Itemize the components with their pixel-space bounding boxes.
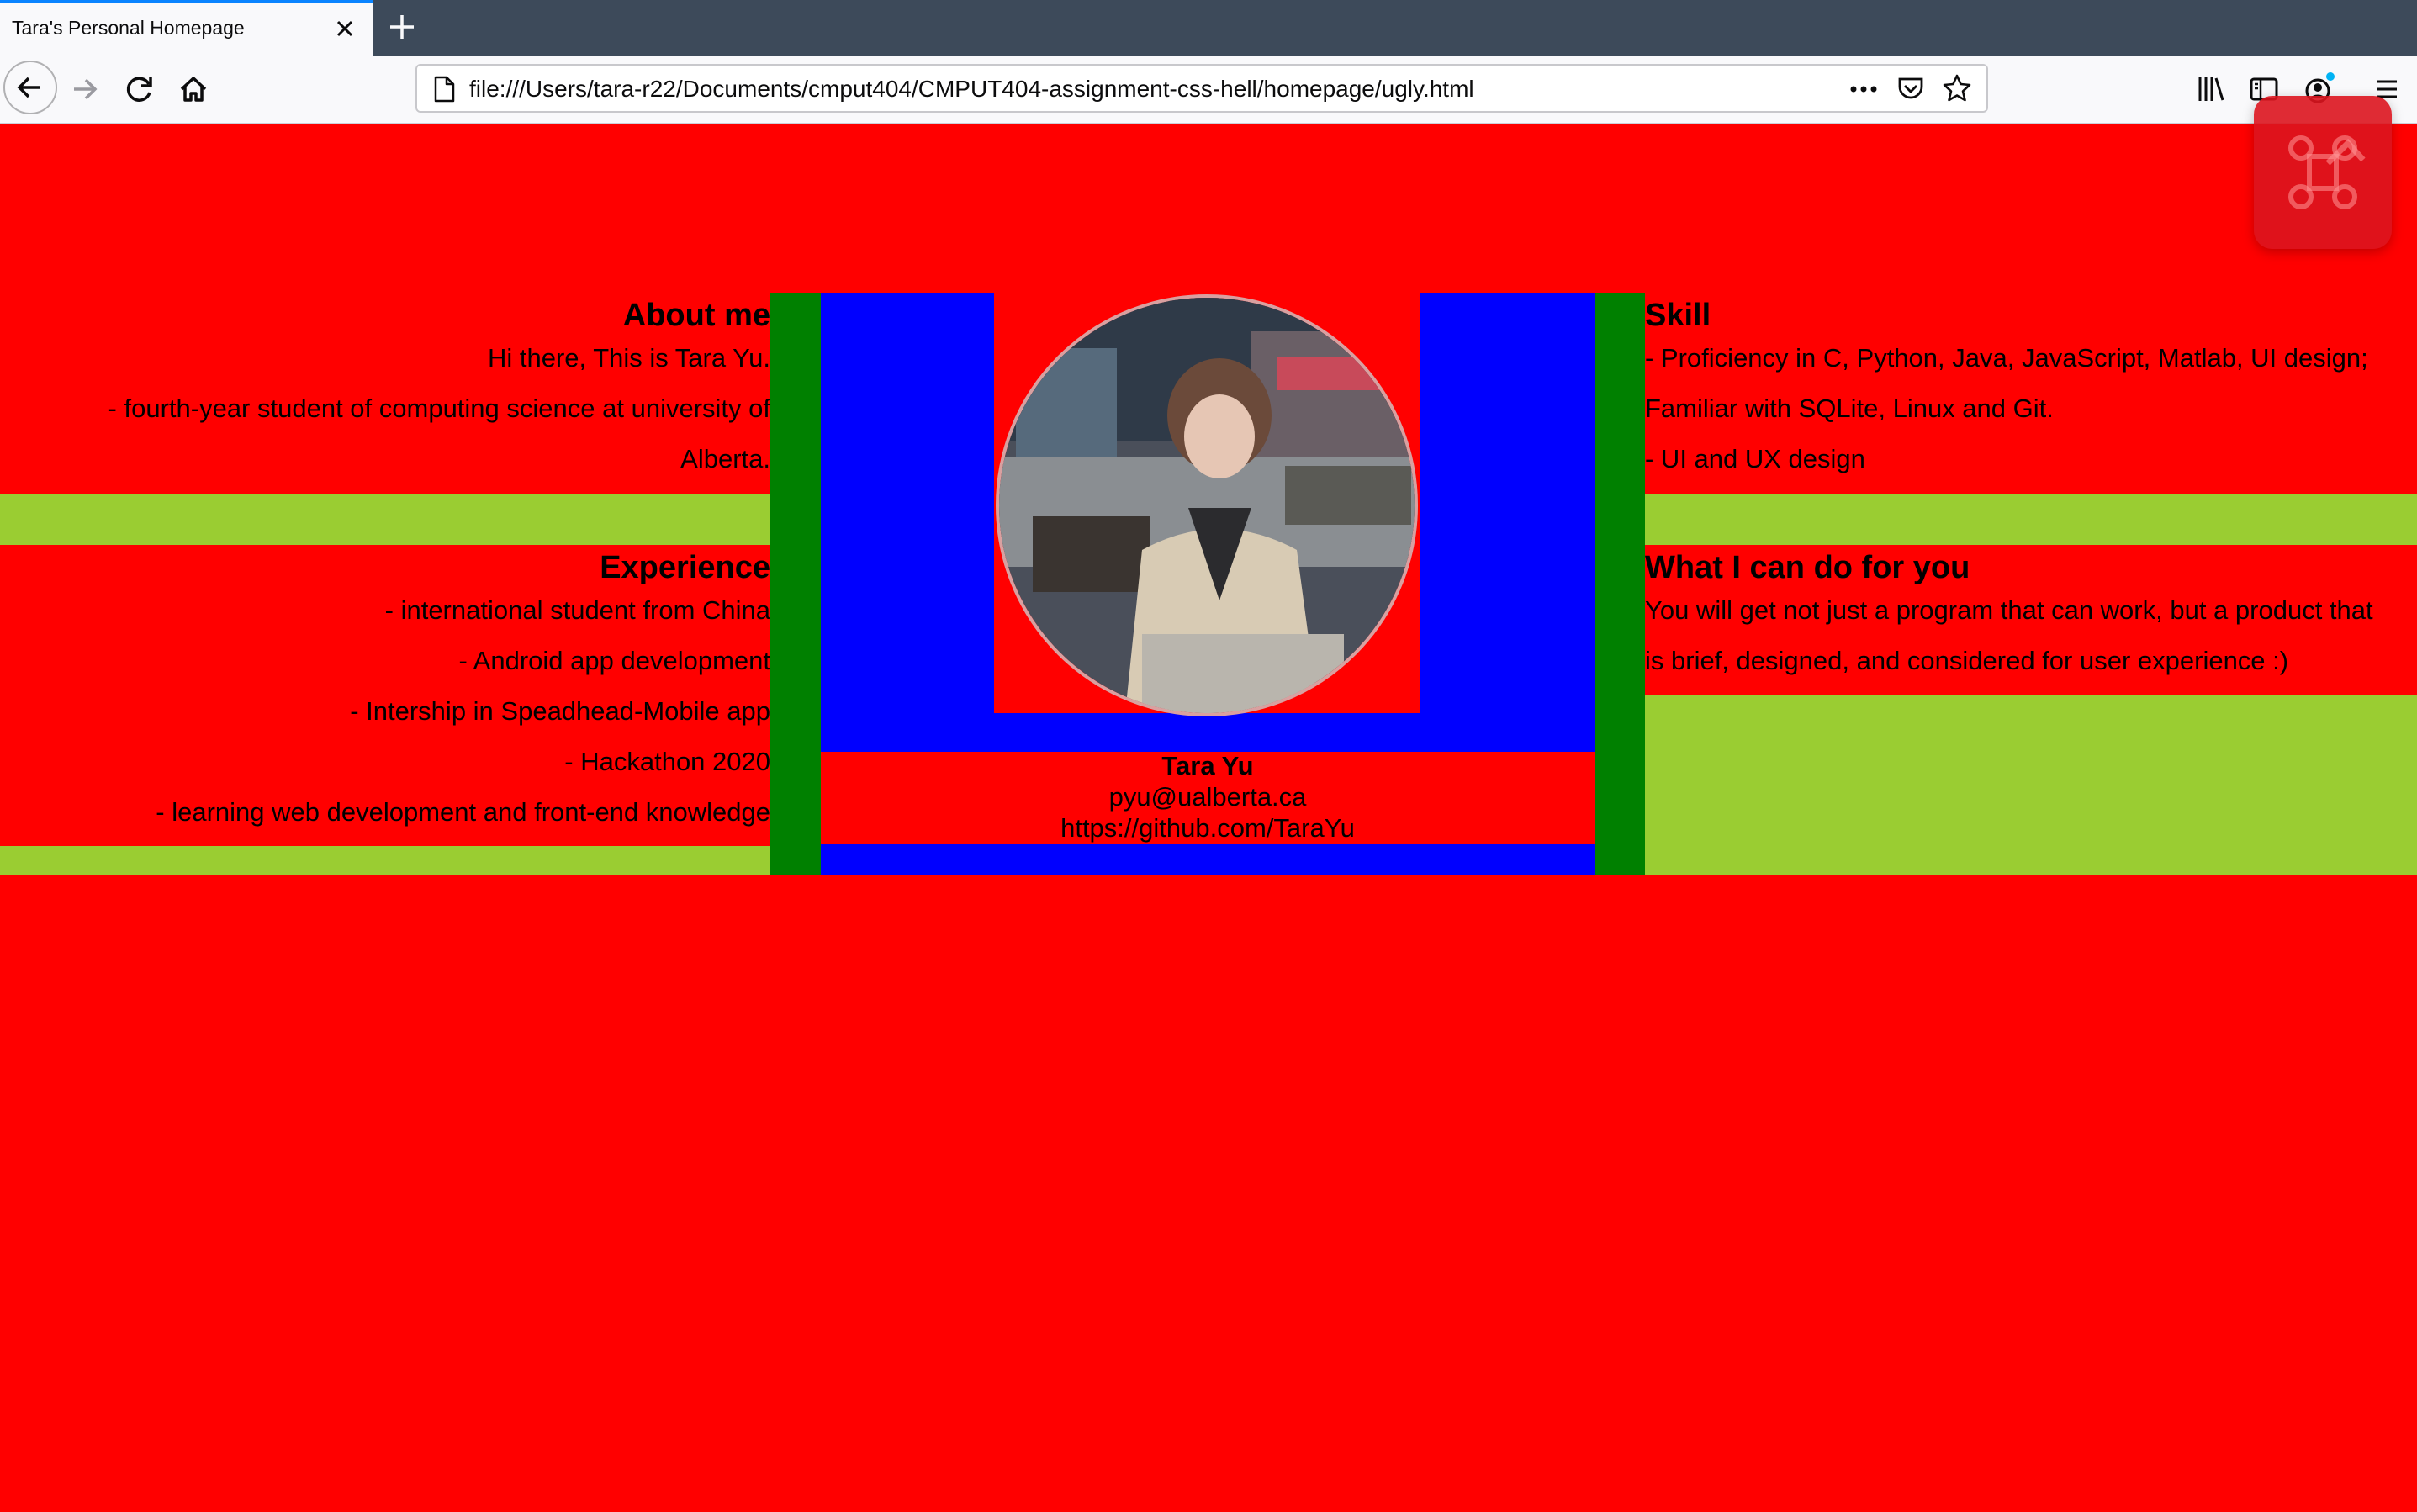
right-spacer-band <box>1645 494 2417 545</box>
left-spacer-band <box>0 494 772 545</box>
page-icon <box>431 75 457 103</box>
offer-section: What I can do for you You will get not j… <box>1645 550 2402 686</box>
experience-line: - Android app development <box>458 646 770 675</box>
forward-arrow-icon[interactable] <box>61 64 111 114</box>
experience-line: - Intership in Speadhead-Mobile app <box>350 696 770 726</box>
offer-line: is brief, designed, and considered for u… <box>1645 646 2289 675</box>
back-arrow-icon[interactable] <box>3 61 57 114</box>
experience-line: - learning web development and front-end… <box>156 797 770 827</box>
floating-command-button[interactable] <box>2254 96 2392 249</box>
pocket-icon[interactable] <box>1896 73 1926 103</box>
about-line: - fourth-year student of computing scien… <box>108 394 770 423</box>
left-bottom-band <box>0 846 772 875</box>
skill-line: Familiar with SQLite, Linux and Git. <box>1645 394 2054 423</box>
command-icon <box>2279 126 2367 219</box>
library-icon[interactable] <box>2193 72 2227 106</box>
offer-line: You will get not just a program that can… <box>1645 595 2373 625</box>
experience-line: - international student from China <box>384 595 770 625</box>
experience-title: Experience <box>600 550 770 585</box>
about-line: Hi there, This is Tara Yu. <box>487 343 770 373</box>
skill-line: - Proficiency in C, Python, Java, JavaSc… <box>1645 343 2368 373</box>
url-text: file:///Users/tara-r22/Documents/cmput40… <box>469 76 1474 102</box>
home-icon[interactable] <box>168 64 219 114</box>
about-section: About me Hi there, This is Tara Yu. - fo… <box>0 298 770 484</box>
profile-github: https://github.com/TaraYu <box>1060 813 1355 843</box>
profile-name: Tara Yu <box>1161 751 1254 780</box>
about-title: About me <box>622 298 770 333</box>
right-bottom-band <box>1645 695 2417 875</box>
profile-info: Tara Yu pyu@ualberta.ca https://github.c… <box>821 750 1595 843</box>
skill-line: - UI and UX design <box>1645 444 1865 473</box>
left-green-column <box>770 293 821 875</box>
browser-tab[interactable]: Tara's Personal Homepage <box>0 0 373 56</box>
profile-email: pyu@ualberta.ca <box>1108 782 1307 812</box>
skill-title: Skill <box>1645 298 1711 333</box>
offer-title: What I can do for you <box>1645 550 1970 585</box>
profile-photo <box>996 294 1418 716</box>
experience-line: - Hackathon 2020 <box>564 747 770 776</box>
right-green-column <box>1595 293 1645 875</box>
tab-title: Tara's Personal Homepage <box>12 17 245 39</box>
close-icon[interactable] <box>330 13 360 44</box>
reload-icon[interactable] <box>114 64 165 114</box>
plus-icon[interactable] <box>385 10 419 44</box>
url-bar[interactable]: file:///Users/tara-r22/Documents/cmput40… <box>415 64 1988 113</box>
experience-section: Experience - international student from … <box>0 550 770 838</box>
more-icon[interactable] <box>1847 74 1880 104</box>
bookmark-star-icon[interactable] <box>1941 72 1973 104</box>
skill-section: Skill - Proficiency in C, Python, Java, … <box>1645 298 2402 484</box>
profile-card-bottom <box>821 844 1595 875</box>
about-line: Alberta. <box>680 444 770 473</box>
